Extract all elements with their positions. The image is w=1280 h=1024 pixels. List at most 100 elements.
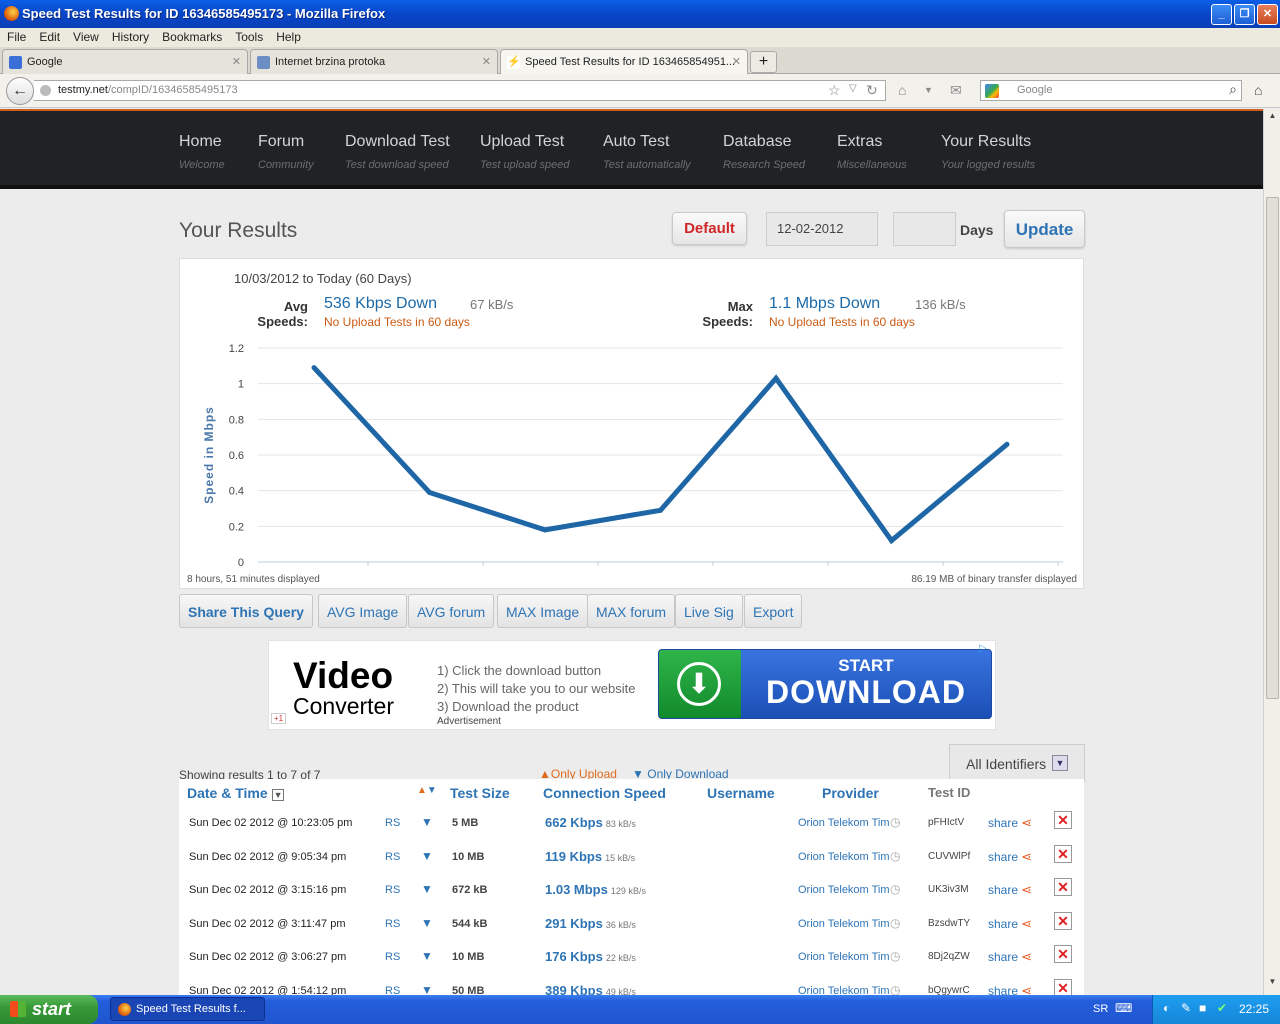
nav-extras[interactable]: Extras Miscellaneous <box>837 133 907 171</box>
days-input[interactable] <box>893 212 956 246</box>
minimize-button[interactable]: _ <box>1211 4 1232 25</box>
share-icon[interactable]: ⋖ <box>1021 983 1032 995</box>
col-test-size[interactable]: Test Size <box>450 785 510 801</box>
row-rs[interactable]: RS <box>385 951 400 963</box>
delete-icon[interactable]: ✕ <box>1054 945 1072 964</box>
tray-icon-3[interactable]: ■ <box>1199 1001 1206 1015</box>
tab-speed-test-results[interactable]: ⚡ Speed Test Results for ID 163465854951… <box>500 49 748 75</box>
chevron-down-icon[interactable]: ▼ <box>1052 755 1068 771</box>
tab-close-icon[interactable]: ✕ <box>732 55 741 68</box>
update-button[interactable]: Update <box>1004 210 1085 248</box>
menu-file[interactable]: File <box>0 28 32 44</box>
menu-history[interactable]: History <box>105 28 155 44</box>
menu-edit[interactable]: Edit <box>32 28 66 44</box>
identifiers-select[interactable]: All Identifiers ▼ <box>949 744 1085 782</box>
taskbar-firefox-item[interactable]: Speed Test Results f... <box>110 997 265 1021</box>
menu-bookmarks[interactable]: Bookmarks <box>155 28 228 44</box>
col-date[interactable]: Date & Time ▼ <box>187 785 285 801</box>
row-share-link[interactable]: share <box>988 984 1018 995</box>
date-input[interactable]: 12-02-2012 <box>766 212 878 246</box>
delete-icon[interactable]: ✕ <box>1054 979 1072 995</box>
share-icon[interactable]: ⋖ <box>1021 916 1032 931</box>
nav-download-test[interactable]: Download Test Test download speed <box>345 133 450 171</box>
maximize-button[interactable]: ❐ <box>1234 4 1255 25</box>
share-icon[interactable]: ⋖ <box>1021 815 1032 830</box>
row-provider[interactable]: Orion Telekom Tim <box>798 985 890 995</box>
avg-image-button[interactable]: AVG Image <box>318 594 408 628</box>
delete-icon[interactable]: ✕ <box>1054 911 1072 930</box>
col-connection-speed[interactable]: Connection Speed <box>543 785 666 801</box>
mail-icon[interactable]: ✉ <box>950 82 962 99</box>
tray-icon-2[interactable]: ✎ <box>1181 1001 1191 1015</box>
delete-icon[interactable]: ✕ <box>1054 878 1072 897</box>
nav-home[interactable]: Home Welcome <box>179 133 225 171</box>
search-input[interactable]: Google ⌕ <box>980 80 1242 101</box>
scroll-thumb[interactable] <box>1266 197 1279 699</box>
reload-icon[interactable]: ↻ <box>866 82 878 99</box>
share-icon[interactable]: ⋖ <box>1021 849 1032 864</box>
dropdown-arrow-icon[interactable]: ▽ <box>849 83 857 94</box>
nav-upload-test[interactable]: Upload Test Test upload speed <box>480 133 570 171</box>
share-icon[interactable]: ⋖ <box>1021 882 1032 897</box>
nav-forum[interactable]: Forum Community <box>258 133 314 171</box>
adchoices-icon[interactable]: ▷ <box>979 643 992 654</box>
tab-google[interactable]: Google ✕ <box>2 49 248 74</box>
back-button[interactable]: ← <box>6 77 34 105</box>
nav-database[interactable]: Database Research Speed <box>723 133 805 171</box>
row-rs[interactable]: RS <box>385 817 400 829</box>
menu-view[interactable]: View <box>66 28 105 44</box>
row-speed[interactable]: 1.03 Mbps <box>545 882 608 897</box>
row-provider[interactable]: Orion Telekom Tim <box>798 918 890 930</box>
row-speed[interactable]: 119 Kbps <box>545 849 602 864</box>
row-share-link[interactable]: share <box>988 816 1018 830</box>
row-rs[interactable]: RS <box>385 918 400 930</box>
language-indicator[interactable]: SR <box>1093 1003 1108 1015</box>
sort-icon[interactable]: ▼ <box>271 789 285 801</box>
max-image-button[interactable]: MAX Image <box>497 594 589 628</box>
row-speed[interactable]: 291 Kbps <box>545 916 603 931</box>
home-icon[interactable]: ⌂ <box>898 82 906 98</box>
row-speed[interactable]: 176 Kbps <box>545 949 603 964</box>
tab-close-icon[interactable]: ✕ <box>232 55 241 68</box>
row-provider[interactable]: Orion Telekom Tim <box>798 951 890 963</box>
export-button[interactable]: Export <box>744 594 803 628</box>
tab-close-icon[interactable]: ✕ <box>482 55 491 68</box>
tray-icon-1[interactable]: ◐ <box>1163 1001 1170 1015</box>
col-provider[interactable]: Provider <box>822 785 879 801</box>
share-query-button[interactable]: Share This Query <box>179 594 313 628</box>
ad-download-button[interactable]: ⬇ START DOWNLOAD <box>658 649 992 719</box>
row-share-link[interactable]: share <box>988 917 1018 931</box>
delete-icon[interactable]: ✕ <box>1054 811 1072 829</box>
row-provider[interactable]: Orion Telekom Tim <box>798 817 890 829</box>
menu-help[interactable]: Help <box>269 28 307 44</box>
default-button[interactable]: Default <box>672 212 747 245</box>
bookmark-star-icon[interactable]: ☆ <box>828 82 841 99</box>
row-speed[interactable]: 389 Kbps <box>545 983 603 995</box>
chevron-down-icon[interactable]: ▼ <box>924 85 933 95</box>
tab-internet-brzina[interactable]: Internet brzina protoka ✕ <box>250 49 498 74</box>
row-share-link[interactable]: share <box>988 883 1018 897</box>
col-username[interactable]: Username <box>707 785 775 801</box>
row-rs[interactable]: RS <box>385 851 400 863</box>
url-bar[interactable]: testmy.net/compID/16346585495173 ☆ ▽ ↻ <box>34 80 886 101</box>
row-share-link[interactable]: share <box>988 850 1018 864</box>
row-provider[interactable]: Orion Telekom Tim <box>798 851 890 863</box>
nav-your-results[interactable]: Your Results Your logged results <box>941 133 1035 171</box>
share-icon[interactable]: ⋖ <box>1021 949 1032 964</box>
row-share-link[interactable]: share <box>988 950 1018 964</box>
menu-tools[interactable]: Tools <box>228 28 269 44</box>
row-rs[interactable]: RS <box>385 985 400 995</box>
tray-icon-4[interactable]: ✔ <box>1217 1001 1227 1015</box>
advertisement-banner[interactable]: Video Converter 1) Click the download bu… <box>268 640 996 730</box>
nav-auto-test[interactable]: Auto Test Test automatically <box>603 133 691 171</box>
start-button[interactable]: start <box>0 995 98 1024</box>
avg-forum-button[interactable]: AVG forum <box>408 594 495 628</box>
scroll-up-icon[interactable]: ▲ <box>1266 111 1279 125</box>
sort-updown-icon[interactable]: ▲▼ <box>417 785 437 796</box>
scroll-down-icon[interactable]: ▼ <box>1266 977 1279 991</box>
page-scrollbar[interactable]: ▲ ▼ <box>1263 109 1280 995</box>
delete-icon[interactable]: ✕ <box>1054 844 1072 863</box>
row-provider[interactable]: Orion Telekom Tim <box>798 884 890 896</box>
row-speed[interactable]: 662 Kbps <box>545 815 603 830</box>
gplus-button[interactable]: +1 <box>271 713 287 724</box>
